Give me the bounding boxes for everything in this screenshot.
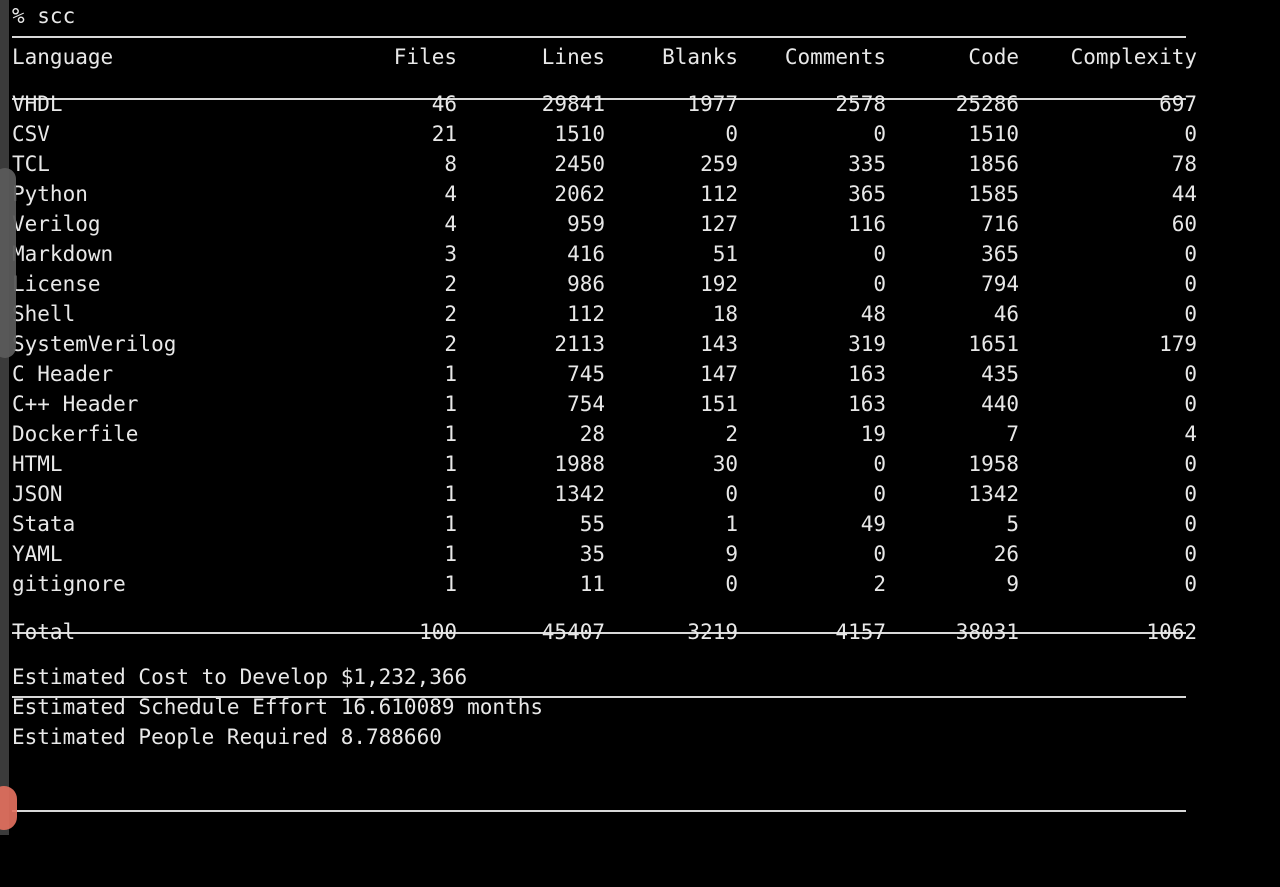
terminal-window[interactable]: % scc Language Files Lines Blanks Commen… — [0, 0, 1280, 835]
table-body: VHDL 46 29841 1977 2578 25286 697 CSV 21 1510 0 0 15… — [12, 89, 1280, 599]
row-complexity: 0 — [1184, 572, 1197, 596]
table-row: License 2 986 192 0 794 0 — [12, 269, 1280, 299]
table-row: HTML 1 1988 30 0 1958 0 — [12, 449, 1280, 479]
row-complexity: 0 — [1184, 242, 1197, 266]
row-language: Markdown — [12, 242, 114, 266]
total-complexity: 1062 — [1146, 620, 1197, 644]
table-row: VHDL 46 29841 1977 2578 25286 697 — [12, 89, 1280, 119]
table-bottom-rule — [12, 696, 1186, 698]
table-row: CSV 21 1510 0 0 1510 0 — [12, 119, 1280, 149]
row-complexity: 0 — [1184, 452, 1197, 476]
row-language: C++ Header — [12, 392, 139, 416]
table-row: YAML 1 35 9 0 26 0 — [12, 539, 1280, 569]
row-complexity: 0 — [1184, 542, 1197, 566]
table-row: JSON 1 1342 0 0 1342 0 — [12, 479, 1280, 509]
total-label: Total — [12, 620, 76, 644]
row-language: TCL — [12, 152, 50, 176]
scrollbar-track[interactable] — [0, 0, 17, 835]
row-language: License — [12, 272, 101, 296]
row-complexity: 4 — [1184, 422, 1197, 446]
row-complexity: 179 — [1159, 332, 1197, 356]
row-complexity: 78 — [1171, 152, 1197, 176]
table-header-row: Language Files Lines Blanks Comments Cod… — [12, 42, 1280, 72]
table-row: gitignore 1 11 0 2 9 0 — [12, 569, 1280, 599]
row-language: gitignore — [12, 572, 126, 596]
row-complexity: 0 — [1184, 512, 1197, 536]
row-language: CSV — [12, 122, 50, 146]
output-footer-rule — [12, 810, 1186, 812]
row-complexity: 0 — [1184, 392, 1197, 416]
table-row: Shell 2 112 18 48 46 0 — [12, 299, 1280, 329]
table-row: C++ Header 1 754 151 163 440 0 — [12, 389, 1280, 419]
shell-prompt-line: % scc — [12, 0, 1280, 30]
table-row: SystemVerilog 2 2113 143 319 1651 179 — [12, 329, 1280, 359]
row-complexity: 0 — [1184, 482, 1197, 506]
row-complexity: 0 — [1184, 272, 1197, 296]
terminal-output: % scc Language Files Lines Blanks Commen… — [0, 0, 1280, 835]
row-complexity: 60 — [1171, 212, 1197, 236]
row-language: Dockerfile — [12, 422, 139, 446]
row-language: Python — [12, 182, 88, 206]
row-language: HTML — [12, 452, 63, 476]
prompt-command-text: % scc — [12, 4, 76, 28]
column-header-language: Language — [12, 45, 114, 69]
table-row: C Header 1 745 147 163 435 0 — [12, 359, 1280, 389]
row-complexity: 0 — [1184, 302, 1197, 326]
scrollbar-thumb[interactable] — [0, 168, 16, 358]
row-language: SystemVerilog — [12, 332, 177, 356]
table-row: TCL 8 2450 259 335 1856 78 — [12, 149, 1280, 179]
resize-handle-icon[interactable] — [0, 786, 17, 830]
table-row: Markdown 3 416 51 0 365 0 — [12, 239, 1280, 269]
table-row: Dockerfile 1 28 2 19 7 4 — [12, 419, 1280, 449]
table-row: Verilog 4 959 127 116 716 60 — [12, 209, 1280, 239]
table-total-row: Total 100 45407 3219 4157 38031 1062 — [12, 617, 1280, 647]
row-language: YAML — [12, 542, 63, 566]
estimated-cost-line: Estimated Cost to Develop $1,232,366 — [12, 665, 468, 689]
table-row: Python 4 2062 112 365 1585 44 — [12, 179, 1280, 209]
estimates-block: Estimated Cost to Develop $1,232,366 Est… — [12, 662, 1280, 752]
row-language: Stata — [12, 512, 76, 536]
row-complexity: 0 — [1184, 362, 1197, 386]
row-complexity: 0 — [1184, 122, 1197, 146]
row-language: JSON — [12, 482, 63, 506]
column-header-complexity: Complexity — [1070, 45, 1197, 69]
estimated-people-line: Estimated People Required 8.788660 — [12, 725, 442, 749]
row-complexity: 697 — [1159, 92, 1197, 116]
row-language: C Header — [12, 362, 114, 386]
row-language: VHDL — [12, 92, 63, 116]
table-top-rule — [12, 36, 1186, 38]
table-row: Stata 1 55 1 49 5 0 — [12, 509, 1280, 539]
row-language: Shell — [12, 302, 76, 326]
row-language: Verilog — [12, 212, 101, 236]
row-complexity: 44 — [1171, 182, 1197, 206]
